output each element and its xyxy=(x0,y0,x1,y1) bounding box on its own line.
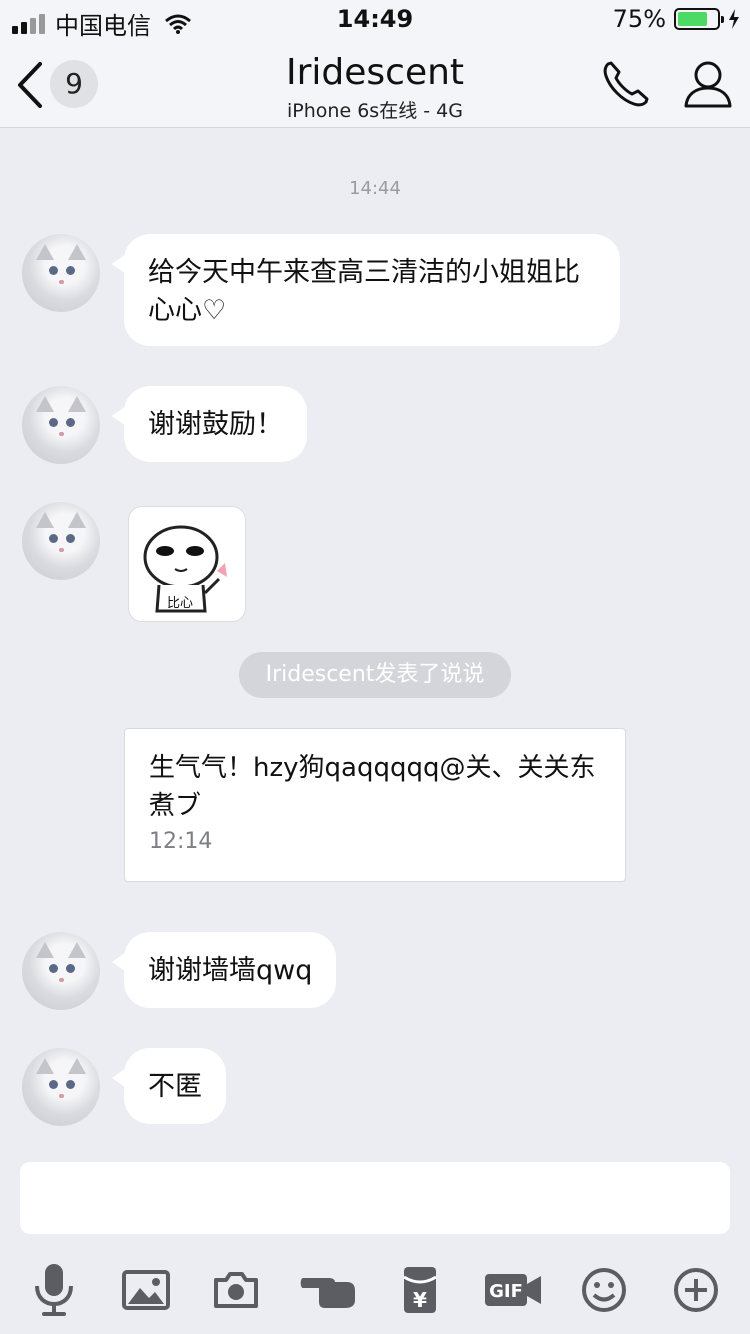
gif-label: GIF xyxy=(489,1281,523,1302)
red-packet-icon: ¥ xyxy=(403,1267,437,1313)
message-bubble[interactable]: 不匿 xyxy=(112,1048,226,1124)
charging-bolt-icon xyxy=(729,9,739,29)
chat-toolbar: ¥ GIF xyxy=(0,1250,750,1334)
status-bar: 中国电信 14:49 75% xyxy=(0,0,750,40)
battery-level xyxy=(678,12,707,26)
plus-icon xyxy=(674,1268,718,1312)
poke-hand-icon xyxy=(300,1278,355,1308)
emoji-button[interactable] xyxy=(574,1260,634,1320)
post-time: 12:14 xyxy=(149,829,213,854)
gif-button[interactable]: GIF xyxy=(482,1260,544,1320)
shared-post-card[interactable]: 生气气！hzy狗qaqqqqq@关、关关东煮ブ 12:14 xyxy=(124,728,626,882)
emoji-icon xyxy=(582,1268,626,1312)
sticker-face-icon: 比心 xyxy=(143,525,227,613)
contact-avatar[interactable] xyxy=(22,386,100,464)
red-packet-button[interactable]: ¥ xyxy=(390,1260,450,1320)
camera-icon xyxy=(214,1272,258,1308)
message-bubble[interactable]: 谢谢墙墙qwq xyxy=(111,932,337,1008)
contact-avatar[interactable] xyxy=(22,1048,100,1126)
phone-call-icon[interactable] xyxy=(600,58,652,110)
sticker-caption: 比心 xyxy=(167,596,193,611)
red-packet-symbol: ¥ xyxy=(413,1288,427,1312)
sticker-message[interactable]: 比心 xyxy=(128,506,246,622)
message-input[interactable] xyxy=(20,1162,730,1234)
message-timestamp: 14:44 xyxy=(349,178,401,199)
battery-icon xyxy=(674,8,724,30)
post-text: 生气气！hzy狗qaqqqqq@关、关关东煮ブ xyxy=(149,753,596,821)
image-button[interactable] xyxy=(116,1260,176,1320)
image-icon xyxy=(122,1270,170,1310)
chat-header: 9 Iridescent iPhone 6s在线 - 4G xyxy=(0,40,750,128)
microphone-button[interactable] xyxy=(24,1260,84,1320)
profile-icon[interactable] xyxy=(682,58,734,110)
contact-avatar[interactable] xyxy=(22,932,100,1010)
contact-avatar[interactable] xyxy=(22,234,100,312)
battery-percent: 75% xyxy=(612,5,666,33)
gif-icon: GIF xyxy=(485,1274,541,1306)
more-button[interactable] xyxy=(666,1260,726,1320)
microphone-icon xyxy=(35,1264,73,1316)
system-notice[interactable]: Iridescent发表了说说 xyxy=(239,652,511,698)
message-bubble[interactable]: 给今天中午来查高三清洁的小姐姐比心心♡ xyxy=(112,234,620,346)
poke-button[interactable] xyxy=(298,1260,358,1320)
camera-button[interactable] xyxy=(206,1260,266,1320)
message-bubble[interactable]: 谢谢鼓励！ xyxy=(112,386,307,462)
contact-avatar[interactable] xyxy=(22,502,100,580)
